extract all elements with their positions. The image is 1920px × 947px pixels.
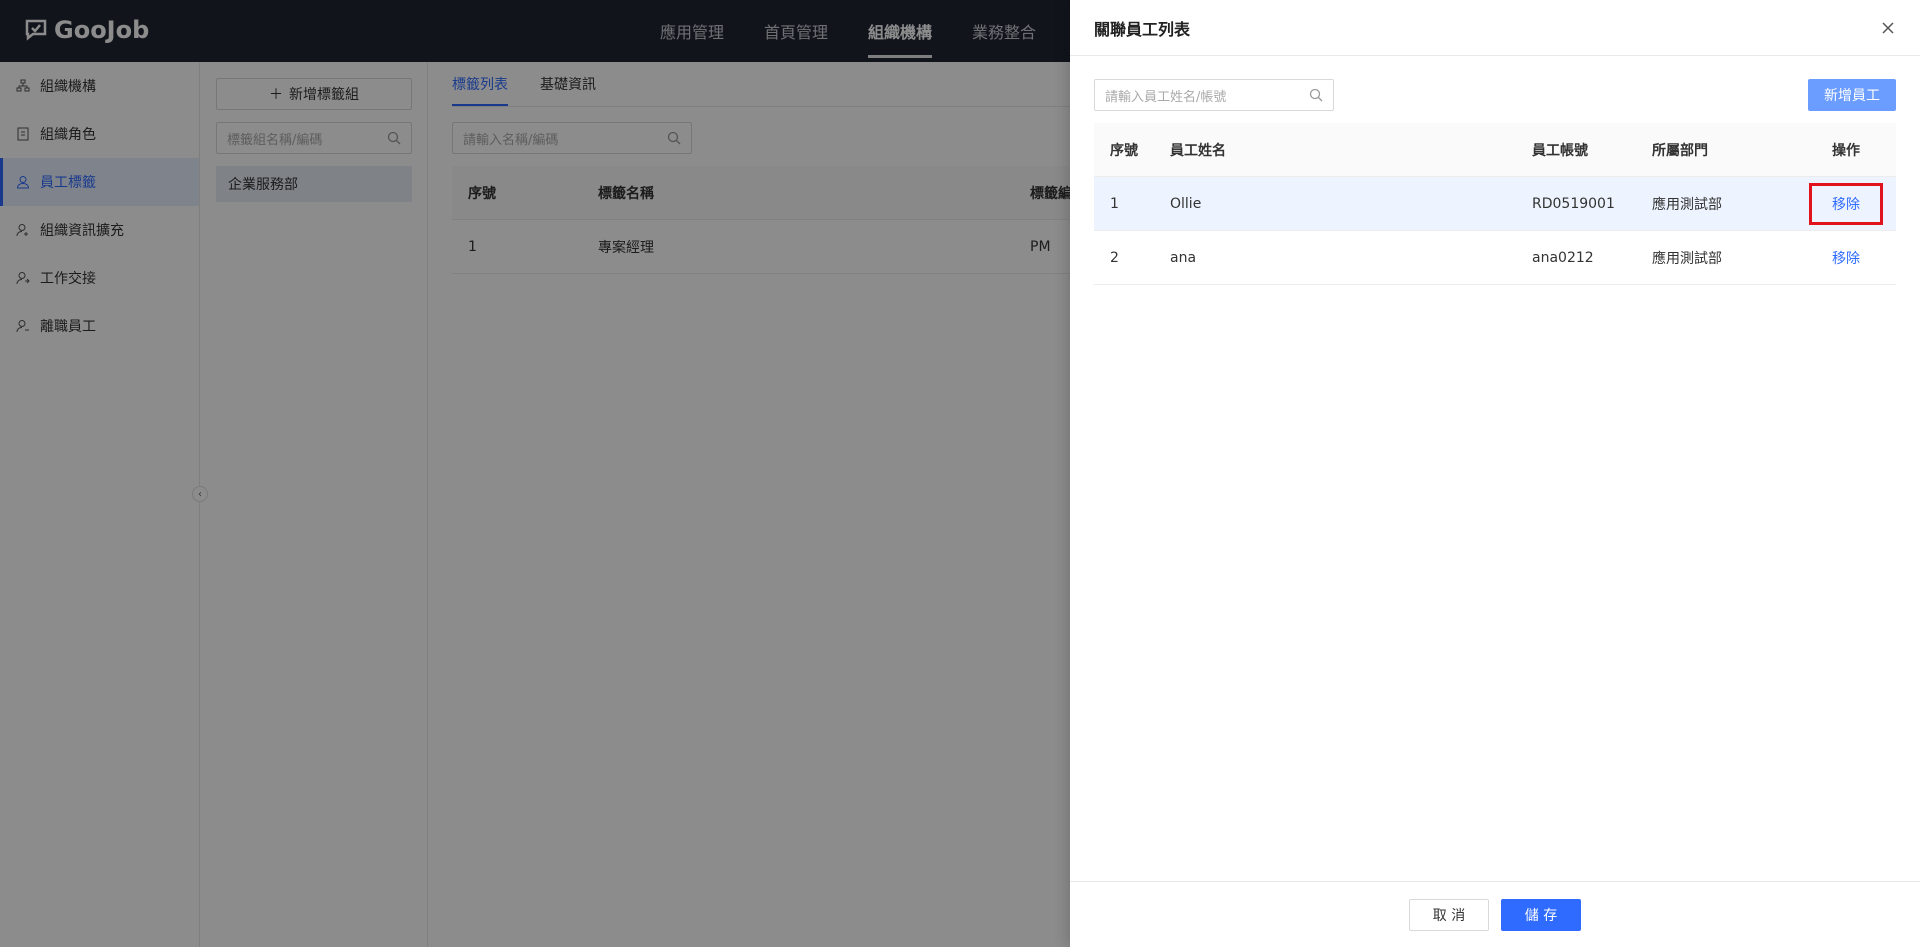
search-icon[interactable]: [1309, 88, 1323, 102]
col-header-employee-name: 員工姓名: [1170, 142, 1226, 159]
table-header: 序號 員工姓名 員工帳號 所屬部門 操作: [1094, 123, 1896, 177]
drawer-footer: 取 消 儲 存: [1070, 881, 1920, 947]
save-button[interactable]: 儲 存: [1501, 898, 1581, 931]
cell-actions: 移除: [1796, 240, 1896, 276]
cell-employee-account: ana0212: [1532, 249, 1594, 266]
col-header-employee-account: 員工帳號: [1532, 142, 1588, 159]
drawer-header: 關聯員工列表: [1070, 0, 1920, 56]
employee-search-placeholder: 請輸入員工姓名/帳號: [1105, 89, 1227, 105]
table-row[interactable]: 1 Ollie RD0519001 應用測試部 移除: [1094, 177, 1896, 231]
cell-employee-account: RD0519001: [1532, 195, 1615, 212]
add-employee-button[interactable]: 新增員工: [1808, 79, 1896, 111]
employee-table: 序號 員工姓名 員工帳號 所屬部門 操作 1 Ollie RD0519001 應…: [1094, 123, 1896, 285]
table-row[interactable]: 2 ana ana0212 應用測試部 移除: [1094, 231, 1896, 285]
col-header-no: 序號: [1110, 142, 1138, 159]
remove-employee-button[interactable]: 移除: [1809, 182, 1883, 225]
cell-department: 應用測試部: [1652, 196, 1722, 213]
cell-employee-name: Ollie: [1170, 195, 1202, 212]
close-icon: [1882, 22, 1894, 34]
cell-no: 1: [1110, 195, 1119, 212]
cell-employee-name: ana: [1170, 249, 1197, 266]
col-header-department: 所屬部門: [1652, 142, 1708, 159]
cancel-button[interactable]: 取 消: [1409, 898, 1489, 931]
cell-department: 應用測試部: [1652, 250, 1722, 267]
cell-actions: 移除: [1796, 182, 1896, 225]
remove-employee-button[interactable]: 移除: [1812, 240, 1880, 276]
close-button[interactable]: [1878, 18, 1898, 38]
drawer-title: 關聯員工列表: [1094, 19, 1191, 39]
employee-search-input[interactable]: 請輸入員工姓名/帳號: [1094, 79, 1334, 111]
cell-no: 2: [1110, 249, 1119, 266]
related-employees-drawer: 關聯員工列表 請輸入員工姓名/帳號 新增員工 序號 員工姓名 員工帳號 所屬部門…: [1070, 0, 1920, 947]
col-header-actions: 操作: [1832, 142, 1860, 159]
